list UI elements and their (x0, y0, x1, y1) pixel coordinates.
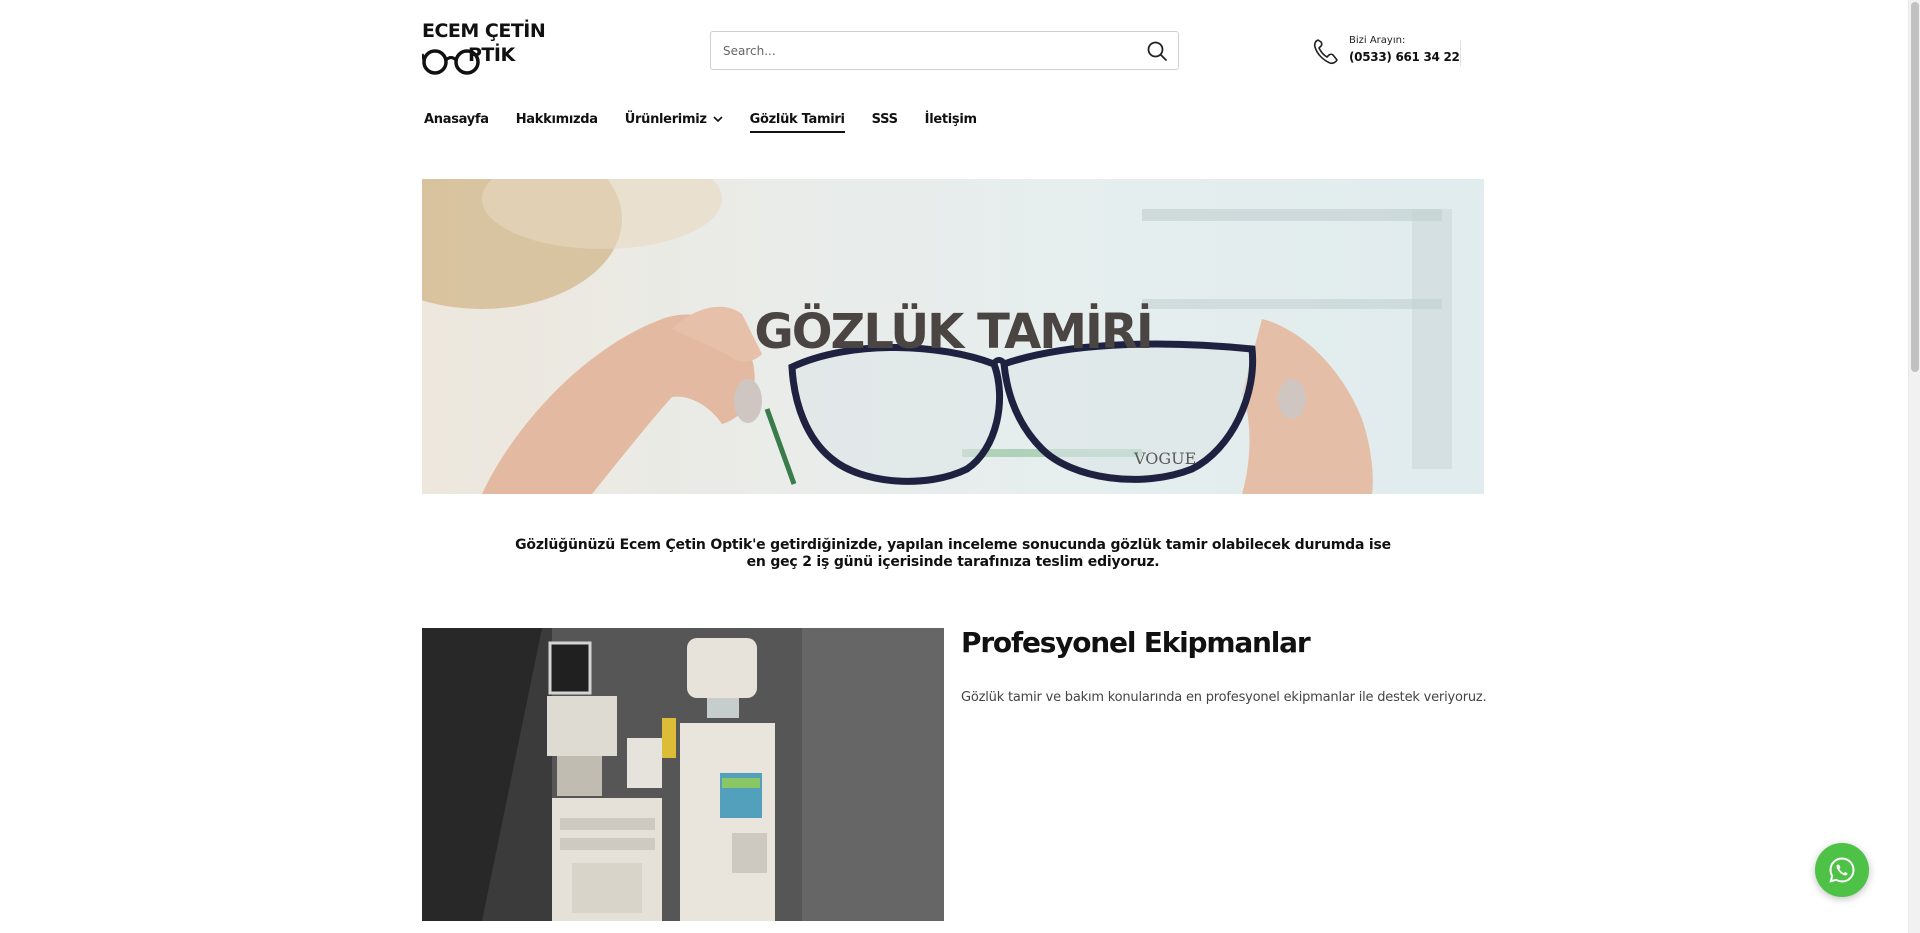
hero-title: GÖZLÜK TAMİRİ (754, 304, 1153, 360)
page-scrollbar[interactable] (1908, 0, 1920, 933)
chevron-down-icon (713, 116, 723, 123)
logo-text-line1: ECEM ÇETİN (422, 20, 546, 42)
main-nav: Anasayfa Hakkımızda Ürünlerimiz Gözlük T… (424, 109, 1004, 133)
equipment-illustration (422, 628, 944, 921)
header-divider (1460, 40, 1461, 66)
feature-text: Gözlük tamir ve bakım konularında en pro… (961, 690, 1487, 705)
nav-item-urunlerimiz-label: Ürünlerimiz (624, 112, 707, 127)
hero-banner: VOGUE GÖZLÜK TAMİRİ (422, 179, 1484, 494)
feature-title: Profesyonel Ekipmanlar (961, 626, 1311, 659)
nav-item-gozluk-tamiri[interactable]: Gözlük Tamiri (749, 109, 845, 133)
intro-line1: Gözlüğünüzü Ecem Çetin Optik'e getirdiği… (515, 537, 1391, 553)
whatsapp-button[interactable] (1815, 843, 1869, 897)
nav-item-hakkimizda[interactable]: Hakkımızda (516, 109, 598, 133)
contact-number[interactable]: (0533) 661 34 22 (1349, 50, 1460, 64)
search-box (710, 31, 1179, 70)
intro-text: Gözlüğünüzü Ecem Çetin Optik'e getirdiği… (422, 537, 1484, 571)
logo-text-line2: PTİK (468, 44, 515, 66)
vogue-brand: VOGUE (1133, 449, 1196, 468)
nav-item-urunlerimiz[interactable]: Ürünlerimiz (625, 109, 723, 133)
scrollbar-thumb[interactable] (1911, 2, 1919, 372)
contact-label: Bizi Arayın: (1349, 35, 1406, 46)
nav-item-sss[interactable]: SSS (872, 109, 898, 133)
phone-icon (1313, 39, 1338, 65)
contact-block[interactable]: Bizi Arayın: (0533) 661 34 22 (1313, 32, 1463, 70)
search-icon[interactable] (1146, 40, 1168, 62)
nav-item-iletisim[interactable]: İletişim (925, 109, 977, 133)
search-input[interactable] (723, 32, 1133, 69)
header: ECEM ÇETİN PTİK Bizi Arayın: (0533) 661 … (0, 0, 1908, 100)
intro-line2: en geç 2 iş günü içerisinde tarafınıza t… (746, 554, 1160, 570)
nav-item-anasayfa[interactable]: Anasayfa (424, 109, 489, 133)
equipment-image (422, 628, 944, 921)
logo[interactable]: ECEM ÇETİN PTİK (422, 22, 556, 78)
whatsapp-icon (1829, 857, 1855, 883)
page: ECEM ÇETİN PTİK Bizi Arayın: (0533) 661 … (0, 0, 1908, 933)
